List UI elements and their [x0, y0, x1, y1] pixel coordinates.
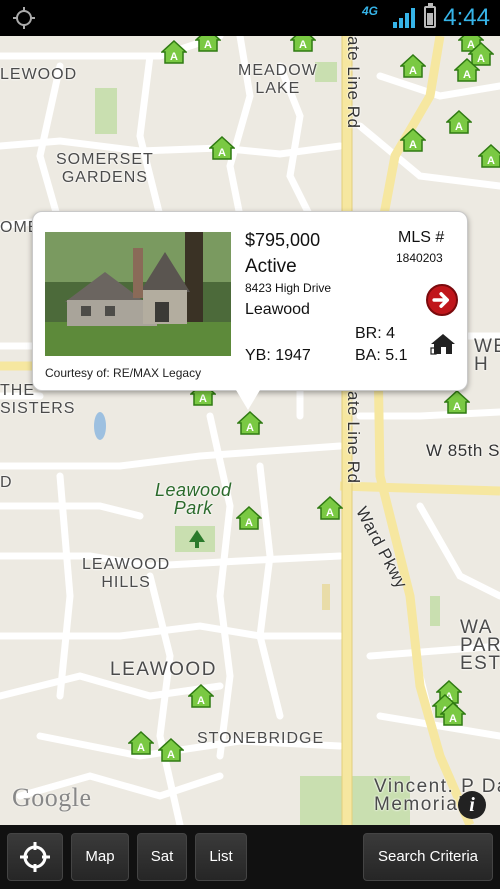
listing-pin[interactable]: A	[161, 40, 187, 64]
svg-text:A: A	[246, 422, 254, 434]
svg-text:A: A	[218, 147, 226, 159]
mls-label: MLS #	[398, 229, 445, 246]
svg-text:A: A	[409, 139, 417, 151]
mls-number: 1840203	[396, 251, 443, 265]
map-label-stonebridge: STONEBRIDGE	[197, 730, 325, 747]
svg-text:A: A	[326, 507, 334, 519]
map-label-leawood-hills: LEAWOOD HILLS	[82, 556, 171, 591]
park-tree-icon	[189, 530, 205, 548]
arrow-right-icon[interactable]	[426, 284, 458, 316]
map-label-d: D	[0, 474, 13, 491]
listing-status: Active	[245, 256, 297, 277]
svg-text:A: A	[197, 695, 205, 707]
listing-pin[interactable]: A	[209, 136, 235, 160]
map-view[interactable]: LEWOOD MEADOW LAKE SOMERSET GARDENS OME …	[0, 36, 500, 825]
info-button[interactable]: i	[458, 791, 486, 819]
locate-button[interactable]	[7, 833, 63, 881]
listing-pin[interactable]: A	[290, 36, 316, 52]
listing-pin[interactable]: A	[446, 110, 472, 134]
svg-text:A: A	[449, 713, 457, 725]
search-criteria-button[interactable]: Search Criteria	[363, 833, 493, 881]
battery-icon	[424, 3, 436, 28]
map-label-somerset-gardens: SOMERSET GARDENS	[56, 151, 154, 186]
listing-address: 8423 High Drive	[245, 281, 332, 295]
crosshair-icon	[20, 842, 50, 872]
svg-text:A: A	[204, 39, 212, 51]
listing-pin[interactable]: A	[444, 390, 470, 414]
map-button[interactable]: Map	[71, 833, 129, 881]
status-bar: 4G 4:44	[0, 0, 500, 36]
svg-text:A: A	[453, 401, 461, 413]
listing-bedrooms: BR: 4	[355, 325, 396, 342]
svg-text:A: A	[409, 65, 417, 77]
listing-popup[interactable]: Courtesy of: RE/MAX Legacy $795,000 Acti…	[32, 211, 468, 391]
popup-pointer	[236, 390, 260, 410]
sat-button[interactable]: Sat	[137, 833, 187, 881]
svg-text:A: A	[299, 39, 307, 51]
listing-photo[interactable]	[45, 232, 231, 356]
google-logo: Google	[12, 783, 92, 812]
map-label-leawood-park: Leawood Park	[155, 480, 232, 518]
map-label-leawood-nw: LEWOOD	[0, 66, 78, 83]
listing-city: Leawood	[245, 301, 310, 318]
clock: 4:44	[443, 4, 490, 31]
listing-pin[interactable]: A	[478, 144, 500, 168]
svg-text:A: A	[167, 749, 175, 761]
listing-pin[interactable]: A	[195, 36, 221, 52]
svg-text:A: A	[463, 69, 471, 81]
network-type: 4G	[362, 4, 379, 18]
listing-pin[interactable]: A	[317, 496, 343, 520]
bottom-toolbar: Map Sat List Search Criteria	[0, 825, 500, 889]
listing-pin[interactable]: A	[236, 506, 262, 530]
map-label-park-esta: WA PARK ESTA	[460, 617, 500, 674]
signal-icon	[393, 8, 415, 28]
gps-icon	[13, 7, 35, 29]
map-label-meadow-lake: MEADOW LAKE	[238, 62, 318, 97]
map-label-we: WE H	[474, 336, 500, 375]
listing-pin-selected[interactable]: A	[237, 411, 263, 435]
svg-text:A: A	[170, 51, 178, 63]
listing-pin[interactable]: A	[188, 684, 214, 708]
svg-text:A: A	[137, 742, 145, 754]
map-label-state-line-mid: ate Line Rd	[344, 391, 363, 484]
listing-pin[interactable]: A	[128, 731, 154, 755]
listing-pin[interactable]: A	[454, 58, 480, 82]
map-label-w-85th: W 85th S	[426, 441, 500, 460]
svg-text:A: A	[245, 517, 253, 529]
svg-text:A: A	[199, 393, 207, 405]
svg-text:A: A	[487, 155, 495, 167]
home-icon[interactable]	[430, 333, 456, 355]
map-label-leawood: LEAWOOD	[110, 659, 217, 680]
listing-courtesy: Courtesy of: RE/MAX Legacy	[45, 366, 202, 380]
map-label-state-line-top: ate Line Rd	[344, 36, 363, 129]
listing-year-built: YB: 1947	[245, 347, 311, 364]
listing-pin[interactable]: A	[400, 128, 426, 152]
svg-text:A: A	[455, 121, 463, 133]
listing-price: $795,000	[245, 230, 321, 250]
listing-pin[interactable]: A	[158, 738, 184, 762]
listing-pin[interactable]: A	[440, 702, 466, 726]
list-button[interactable]: List	[195, 833, 247, 881]
listing-pin[interactable]: A	[400, 54, 426, 78]
listing-bathrooms: BA: 5.1	[355, 347, 408, 364]
